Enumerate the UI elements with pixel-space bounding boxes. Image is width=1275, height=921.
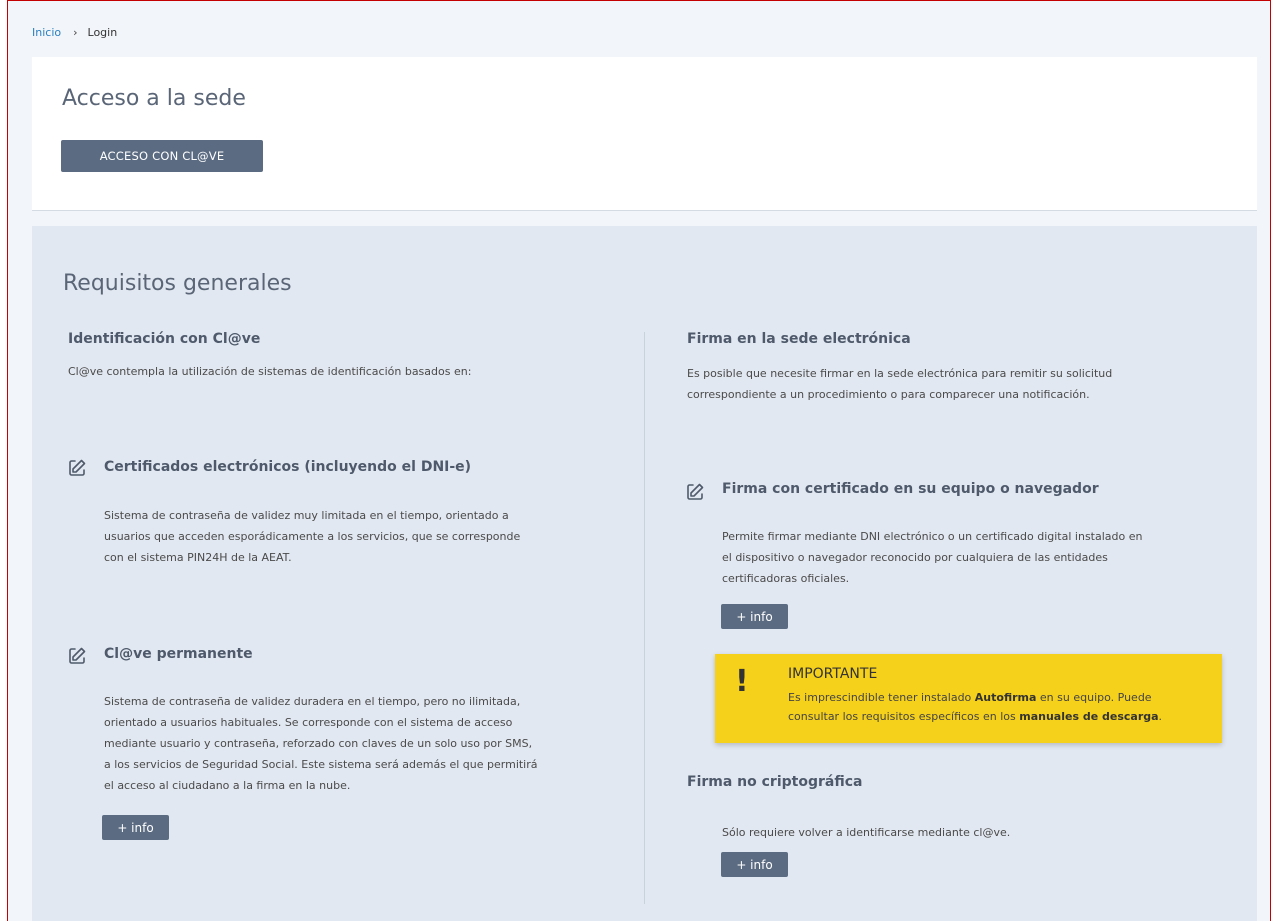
important-title: IMPORTANTE (788, 666, 878, 682)
permanent-line-4: a los servicios de Seguridad Social. Est… (104, 758, 538, 771)
clave-access-button[interactable]: ACCESO CON CL@VE (61, 140, 263, 172)
permanent-clave-title: Cl@ve permanente (104, 646, 253, 662)
permanent-line-3: mediante usuario y contraseña, reforzado… (104, 737, 533, 750)
identification-intro: Cl@ve contempla la utilización de sistem… (68, 365, 472, 378)
permanent-line-5: el acceso al ciudadano a la firma en la … (104, 779, 351, 792)
column-divider (644, 332, 645, 904)
permanent-line-2: orientado a usuarios habituales. Se corr… (104, 716, 513, 729)
non-crypto-text: Sólo requiere volver a identificarse med… (722, 826, 1011, 839)
certificates-title: Certificados electrónicos (incluyendo el… (104, 459, 472, 475)
important-text-part: . (1158, 710, 1163, 723)
signature-heading: Firma en la sede electrónica (687, 331, 911, 347)
download-manuals-link[interactable]: manuales de descarga (1019, 710, 1158, 723)
certificate-signature-line-1: Permite firmar mediante DNI electrónico … (722, 530, 1143, 543)
page-title: Acceso a la sede (62, 86, 246, 111)
edit-icon (687, 483, 704, 500)
autofirma-emphasis: Autofirma (974, 691, 1037, 704)
certificate-info-button[interactable]: + info (721, 604, 788, 629)
edit-icon (69, 647, 86, 664)
important-text-part: en su equipo. Puede (1036, 691, 1152, 704)
identification-heading: Identificación con Cl@ve (68, 331, 261, 347)
breadcrumb-home-link[interactable]: Inicio (32, 26, 61, 39)
certificates-line-2: usuarios que acceden esporádicamente a l… (104, 530, 521, 543)
important-text-part: consultar los requisitos específicos en … (788, 710, 1020, 723)
permanent-line-1: Sistema de contraseña de validez durader… (104, 695, 521, 708)
non-crypto-title: Firma no criptográfica (687, 774, 863, 790)
requirements-panel: Requisitos generales Identificación con … (32, 226, 1257, 921)
non-crypto-info-button[interactable]: + info (721, 852, 788, 877)
breadcrumb-current: Login (87, 26, 118, 39)
important-text-part: Es imprescindible tener instalado (788, 691, 975, 704)
certificates-line-3: con el sistema PIN24H de la AEAT. (104, 551, 292, 564)
edit-icon (69, 459, 86, 476)
breadcrumb: Inicio › Login (32, 26, 117, 39)
certificate-signature-title: Firma con certificado en su equipo o nav… (722, 481, 1099, 497)
certificates-line-1: Sistema de contraseña de validez muy lim… (104, 509, 509, 522)
breadcrumb-separator: › (73, 26, 78, 39)
requirements-title: Requisitos generales (63, 271, 292, 296)
important-notice: ! IMPORTANTE Es imprescindible tener ins… (715, 654, 1222, 743)
certificate-signature-line-3: certificadoras oficiales. (722, 572, 850, 585)
signature-intro-line-2: correspondiente a un procedimiento o par… (687, 388, 1090, 401)
access-panel: Acceso a la sede ACCESO CON CL@VE (32, 57, 1257, 211)
important-text: Es imprescindible tener instalado Autofi… (788, 688, 1208, 726)
certificate-signature-line-2: el dispositivo o navegador reconocido po… (722, 551, 1108, 564)
permanent-info-button[interactable]: + info (102, 815, 169, 840)
signature-intro-line-1: Es posible que necesite firmar en la sed… (687, 367, 1113, 380)
exclamation-icon: ! (735, 664, 749, 699)
